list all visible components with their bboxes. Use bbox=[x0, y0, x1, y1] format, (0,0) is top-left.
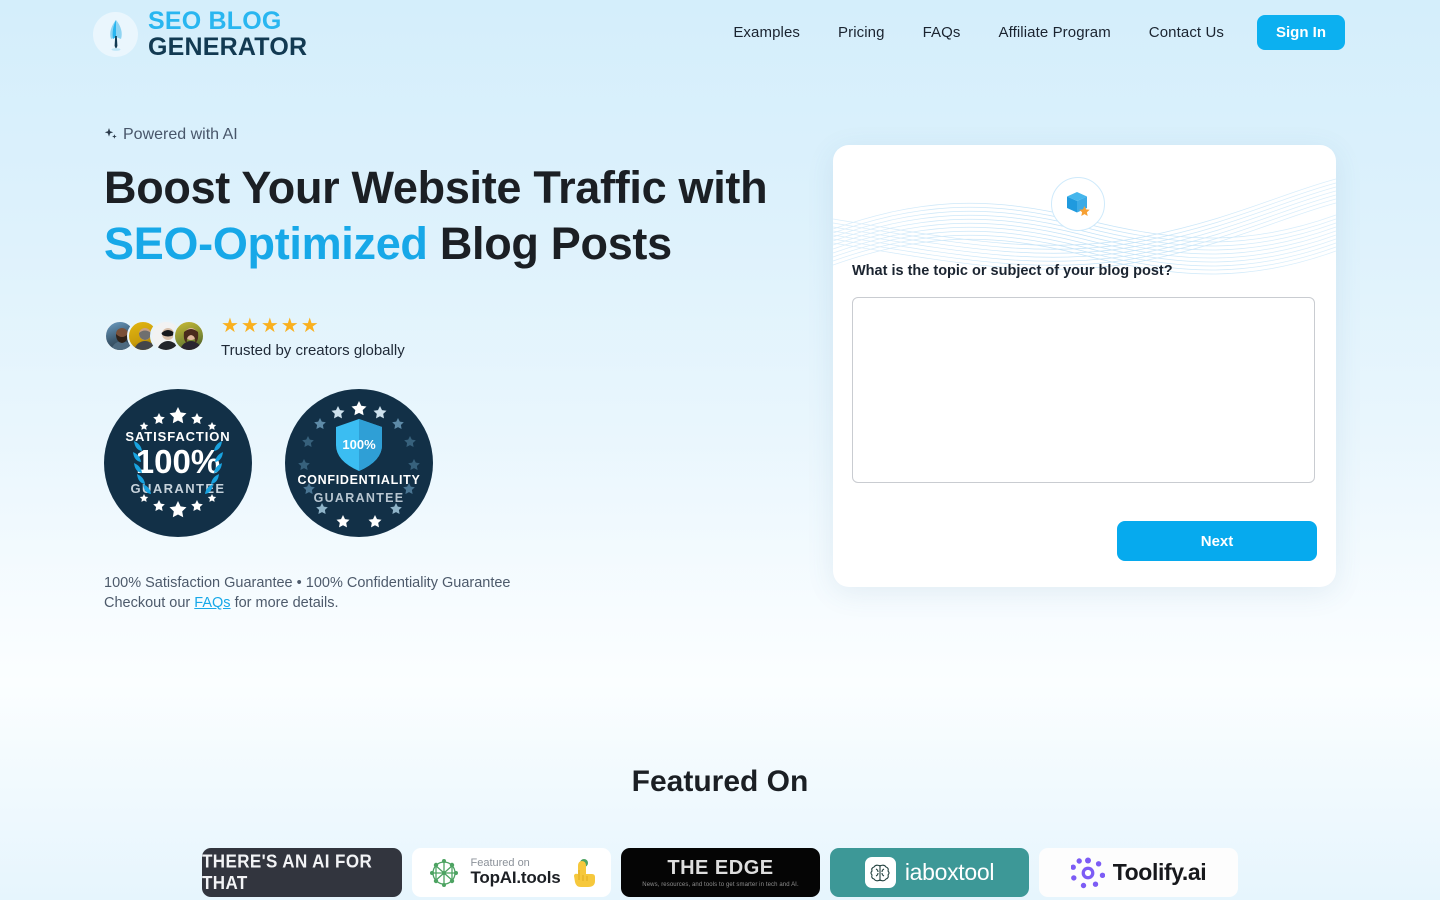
trusted-by-label: Trusted by creators globally bbox=[221, 341, 405, 359]
sign-in-button[interactable]: Sign In bbox=[1257, 14, 1345, 50]
card-body: What is the topic or subject of your blo… bbox=[852, 263, 1317, 561]
box-star-icon bbox=[1051, 177, 1105, 231]
brand-toolify-ai[interactable]: Toolify.ai bbox=[1039, 848, 1238, 897]
guarantee-prefix: Checkout our bbox=[104, 595, 195, 612]
guarantee-line-1: 100% Satisfaction Guarantee • 100% Confi… bbox=[104, 574, 511, 591]
topic-question-label: What is the topic or subject of your blo… bbox=[852, 263, 1173, 279]
sparkle-icon bbox=[104, 127, 118, 143]
page-title: Boost Your Website Traffic with SEO-Opti… bbox=[104, 160, 804, 272]
blog-topic-card: What is the topic or subject of your blo… bbox=[833, 145, 1336, 587]
network-graph-icon bbox=[430, 858, 459, 887]
brand-label: Toolify.ai bbox=[1112, 859, 1207, 885]
brain-icon bbox=[864, 857, 896, 888]
brand-label: THERE'S AN AI FOR THAT bbox=[202, 851, 373, 893]
nav-item-faqs[interactable]: FAQs bbox=[904, 24, 980, 41]
brand-theres-an-ai-for-that[interactable]: THERE'S AN AI FOR THAT bbox=[202, 848, 402, 897]
avatar bbox=[173, 320, 205, 353]
headline-accent: SEO-Optimized bbox=[104, 217, 428, 269]
brand-topai-tools[interactable]: Featured on TopAI.tools bbox=[412, 848, 611, 897]
star-rating: ★★★★★ bbox=[221, 314, 321, 337]
featured-logo-strip: THERE'S AN AI FOR THAT Featured on TopAI… bbox=[0, 848, 1440, 897]
nav-item-examples[interactable]: Examples bbox=[714, 24, 819, 41]
guarantee-note: 100% Satisfaction Guarantee • 100% Confi… bbox=[104, 573, 804, 614]
nav-item-pricing[interactable]: Pricing bbox=[819, 24, 904, 41]
powered-with-ai-label: Powered with AI bbox=[123, 126, 238, 143]
brand-the-edge[interactable]: THE EDGE News, resources, and tools to g… bbox=[621, 848, 820, 897]
purple-ring-icon bbox=[1070, 857, 1105, 888]
next-button[interactable]: Next bbox=[1117, 521, 1317, 561]
brand-label: iaboxtool bbox=[904, 859, 995, 885]
nav-item-contact-us[interactable]: Contact Us bbox=[1130, 24, 1243, 41]
laurel-wreath bbox=[133, 440, 223, 494]
headline-line-1: Boost Your Website Traffic with bbox=[104, 162, 768, 213]
confidentiality-guarantee-badge: 100% CONFIDENTIALITY GUARANTEE bbox=[285, 388, 433, 537]
faqs-link[interactable]: FAQs bbox=[194, 595, 230, 611]
quill-feather-icon bbox=[93, 12, 138, 57]
guarantee-badges: SATISFACTION 100% GUARANTEE 100% CONFIDE… bbox=[104, 388, 804, 537]
avatar-group bbox=[104, 320, 205, 353]
pointing-hand-icon bbox=[573, 858, 595, 887]
featured-on-title: Featured On bbox=[631, 765, 809, 798]
logo-line-2: GENERATOR bbox=[148, 33, 308, 61]
logo[interactable]: SEO BLOG GENERATOR bbox=[93, 9, 307, 60]
social-proof: ★★★★★ Trusted by creators globally bbox=[104, 314, 804, 359]
satisfaction-guarantee-badge: SATISFACTION 100% GUARANTEE bbox=[104, 388, 252, 537]
guarantee-line-2: Checkout our FAQs for more details. bbox=[104, 593, 804, 614]
brand-label: THE EDGE bbox=[667, 857, 774, 879]
topic-input[interactable] bbox=[852, 297, 1315, 483]
hero-section: Powered with AI Boost Your Website Traff… bbox=[104, 126, 804, 614]
brand-tagline: News, resources, and tools to get smarte… bbox=[642, 882, 799, 888]
powered-with-ai-badge: Powered with AI bbox=[104, 126, 804, 144]
main-navigation: Examples Pricing FAQs Affiliate Program … bbox=[714, 0, 1345, 64]
site-header: SEO BLOG GENERATOR Examples Pricing FAQs… bbox=[0, 0, 1440, 64]
guarantee-suffix: for more details. bbox=[230, 595, 339, 612]
brand-label: TopAI.tools bbox=[470, 868, 561, 888]
rating-block: ★★★★★ Trusted by creators globally bbox=[221, 316, 405, 359]
logo-line-1: SEO BLOG bbox=[148, 7, 282, 35]
nav-item-affiliate-program[interactable]: Affiliate Program bbox=[979, 24, 1129, 41]
brand-iaboxtool[interactable]: iaboxtool bbox=[830, 848, 1029, 897]
headline-tail: Blog Posts bbox=[427, 217, 672, 269]
shield-percent-label: 100% bbox=[342, 436, 376, 452]
